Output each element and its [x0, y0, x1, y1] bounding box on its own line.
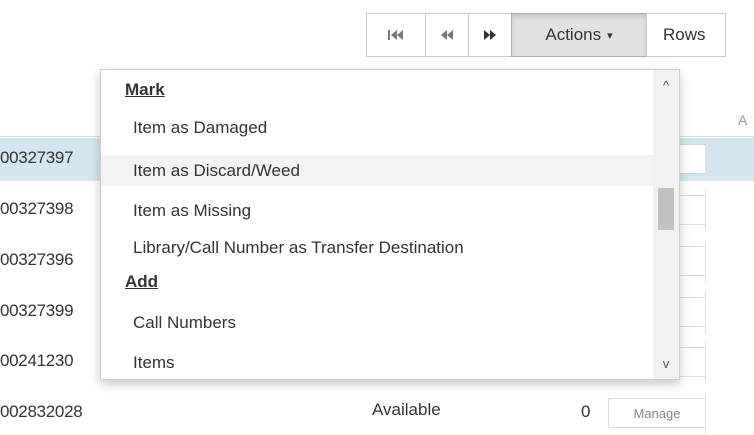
- menu-section-header-mark: Mark: [125, 80, 165, 99]
- scroll-up-icon[interactable]: ^: [653, 78, 679, 93]
- menu-item-mark-transfer-destination[interactable]: Library/Call Number as Transfer Destinat…: [101, 232, 653, 263]
- cell-divider: [705, 138, 706, 181]
- cell-divider: [705, 341, 706, 384]
- actions-dropdown-menu: Mark Item as Damaged Item as Discard/Wee…: [100, 69, 680, 380]
- first-page-icon: [388, 30, 403, 40]
- item-barcode: 002832028: [0, 402, 83, 421]
- cell-divider: [705, 240, 706, 283]
- previous-page-button[interactable]: [425, 13, 469, 57]
- previous-page-icon: [441, 30, 453, 40]
- item-status: Available: [372, 400, 441, 419]
- menu-section-header-add: Add: [125, 272, 159, 291]
- rows-dropdown-button[interactable]: Rows: [646, 13, 726, 57]
- actions-dropdown-button[interactable]: Actions ▾: [511, 13, 647, 57]
- item-barcode: 00241230: [0, 351, 74, 370]
- scroll-down-icon[interactable]: v: [653, 356, 679, 371]
- rows-label: Rows: [663, 25, 706, 44]
- menu-item-mark-damaged[interactable]: Item as Damaged: [101, 112, 653, 143]
- next-page-button[interactable]: [468, 13, 512, 57]
- item-barcode: 00327397: [0, 148, 74, 167]
- manage-button[interactable]: Manage: [608, 398, 706, 428]
- scrollbar-thumb[interactable]: [658, 188, 674, 230]
- actions-label: Actions: [545, 25, 602, 44]
- caret-down-icon: ▾: [607, 29, 613, 42]
- menu-item-mark-missing[interactable]: Item as Missing: [101, 195, 653, 226]
- menu-item-add-call-numbers[interactable]: Call Numbers: [101, 307, 653, 338]
- first-page-button[interactable]: [366, 13, 426, 57]
- cell-divider: [705, 392, 706, 435]
- item-barcode: 00327398: [0, 199, 74, 218]
- item-count: 0: [581, 402, 591, 421]
- table-row[interactable]: 002832028 Available 0 Manage: [0, 392, 754, 435]
- menu-scrollbar[interactable]: ^ v: [653, 70, 679, 379]
- next-page-icon: [484, 30, 496, 40]
- menu-item-add-items[interactable]: Items: [101, 347, 653, 378]
- column-header-partial-right[interactable]: A: [738, 112, 747, 128]
- menu-item-mark-discard-weed[interactable]: Item as Discard/Weed: [101, 155, 653, 186]
- pager-toolbar: Actions ▾ Rows: [366, 13, 726, 57]
- item-barcode: 00327396: [0, 250, 74, 269]
- item-barcode: 00327399: [0, 301, 74, 320]
- cell-divider: [705, 291, 706, 334]
- cell-divider: [705, 189, 706, 232]
